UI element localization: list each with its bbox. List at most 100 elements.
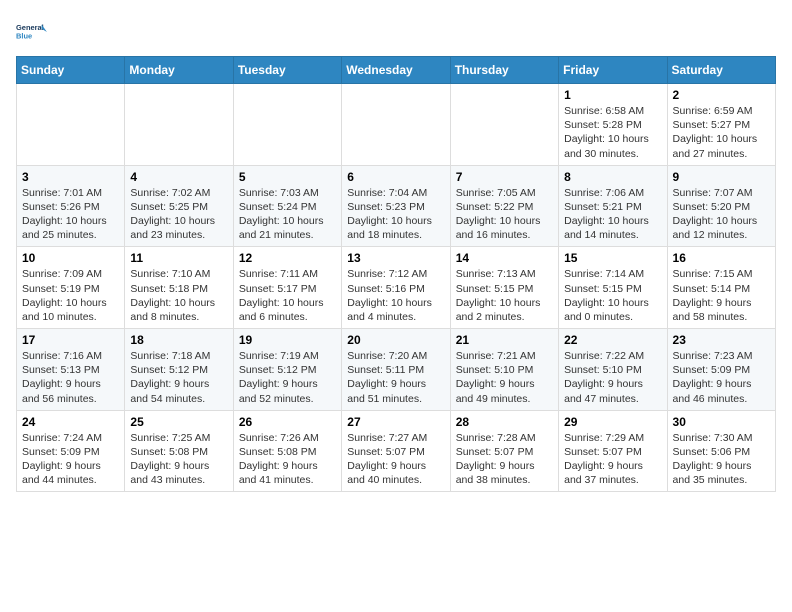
day-cell-25: 25 Sunrise: 7:25 AMSunset: 5:08 PMDayligh…: [125, 410, 233, 492]
day-cell-28: 28 Sunrise: 7:28 AMSunset: 5:07 PMDayligh…: [450, 410, 558, 492]
day-cell-30: 30 Sunrise: 7:30 AMSunset: 5:06 PMDayligh…: [667, 410, 775, 492]
day-info: Sunrise: 7:26 AMSunset: 5:08 PMDaylight:…: [239, 431, 336, 488]
weekday-saturday: Saturday: [667, 57, 775, 84]
day-info: Sunrise: 6:59 AMSunset: 5:27 PMDaylight:…: [673, 104, 770, 161]
day-cell-10: 10Sunrise: 7:09 AMSunset: 5:19 PMDayligh…: [17, 247, 125, 329]
day-cell-8: 8Sunrise: 7:06 AMSunset: 5:21 PMDaylight…: [559, 165, 667, 247]
day-number: 18: [130, 333, 227, 347]
empty-cell: [450, 84, 558, 166]
day-cell-9: 9 Sunrise: 7:07 AMSunset: 5:20 PMDaylight…: [667, 165, 775, 247]
day-number: 25: [130, 415, 227, 429]
day-cell-18: 18 Sunrise: 7:18 AMSunset: 5:12 PMDayligh…: [125, 329, 233, 411]
weekday-wednesday: Wednesday: [342, 57, 450, 84]
week-row-3: 10Sunrise: 7:09 AMSunset: 5:19 PMDayligh…: [17, 247, 776, 329]
weekday-header-row: SundayMondayTuesdayWednesdayThursdayFrid…: [17, 57, 776, 84]
day-cell-24: 24 Sunrise: 7:24 AMSunset: 5:09 PMDayligh…: [17, 410, 125, 492]
day-info: Sunrise: 7:03 AMSunset: 5:24 PMDaylight:…: [239, 186, 336, 243]
week-row-2: 3 Sunrise: 7:01 AMSunset: 5:26 PMDaylight…: [17, 165, 776, 247]
day-info: Sunrise: 7:30 AMSunset: 5:06 PMDaylight:…: [673, 431, 770, 488]
page-header: GeneralBlue: [16, 16, 776, 48]
day-info: Sunrise: 7:10 AMSunset: 5:18 PMDaylight:…: [130, 267, 227, 324]
week-row-4: 17Sunrise: 7:16 AMSunset: 5:13 PMDayligh…: [17, 329, 776, 411]
day-cell-23: 23 Sunrise: 7:23 AMSunset: 5:09 PMDayligh…: [667, 329, 775, 411]
day-info: Sunrise: 7:18 AMSunset: 5:12 PMDaylight:…: [130, 349, 227, 406]
day-number: 28: [456, 415, 553, 429]
day-info: Sunrise: 7:28 AMSunset: 5:07 PMDaylight:…: [456, 431, 553, 488]
day-info: Sunrise: 7:21 AMSunset: 5:10 PMDaylight:…: [456, 349, 553, 406]
day-cell-29: 29 Sunrise: 7:29 AMSunset: 5:07 PMDayligh…: [559, 410, 667, 492]
day-number: 4: [130, 170, 227, 184]
day-cell-20: 20Sunrise: 7:20 AMSunset: 5:11 PMDayligh…: [342, 329, 450, 411]
weekday-monday: Monday: [125, 57, 233, 84]
day-number: 24: [22, 415, 119, 429]
day-cell-26: 26 Sunrise: 7:26 AMSunset: 5:08 PMDayligh…: [233, 410, 341, 492]
day-info: Sunrise: 7:27 AMSunset: 5:07 PMDaylight:…: [347, 431, 444, 488]
day-info: Sunrise: 7:15 AMSunset: 5:14 PMDaylight:…: [673, 267, 770, 324]
day-number: 21: [456, 333, 553, 347]
day-number: 22: [564, 333, 661, 347]
weekday-thursday: Thursday: [450, 57, 558, 84]
day-cell-1: 1 Sunrise: 6:58 AMSunset: 5:28 PMDaylight…: [559, 84, 667, 166]
day-number: 30: [673, 415, 770, 429]
day-number: 29: [564, 415, 661, 429]
day-number: 26: [239, 415, 336, 429]
day-info: Sunrise: 7:25 AMSunset: 5:08 PMDaylight:…: [130, 431, 227, 488]
day-number: 20: [347, 333, 444, 347]
day-number: 1: [564, 88, 661, 102]
day-info: Sunrise: 7:07 AMSunset: 5:20 PMDaylight:…: [673, 186, 770, 243]
day-cell-27: 27Sunrise: 7:27 AMSunset: 5:07 PMDayligh…: [342, 410, 450, 492]
day-info: Sunrise: 7:13 AMSunset: 5:15 PMDaylight:…: [456, 267, 553, 324]
day-info: Sunrise: 7:14 AMSunset: 5:15 PMDaylight:…: [564, 267, 661, 324]
day-info: Sunrise: 7:24 AMSunset: 5:09 PMDaylight:…: [22, 431, 119, 488]
day-cell-17: 17Sunrise: 7:16 AMSunset: 5:13 PMDayligh…: [17, 329, 125, 411]
day-number: 14: [456, 251, 553, 265]
day-info: Sunrise: 7:12 AMSunset: 5:16 PMDaylight:…: [347, 267, 444, 324]
day-number: 3: [22, 170, 119, 184]
day-info: Sunrise: 7:22 AMSunset: 5:10 PMDaylight:…: [564, 349, 661, 406]
empty-cell: [233, 84, 341, 166]
day-info: Sunrise: 7:11 AMSunset: 5:17 PMDaylight:…: [239, 267, 336, 324]
day-number: 16: [673, 251, 770, 265]
day-info: Sunrise: 7:23 AMSunset: 5:09 PMDaylight:…: [673, 349, 770, 406]
day-number: 13: [347, 251, 444, 265]
day-cell-22: 22 Sunrise: 7:22 AMSunset: 5:10 PMDayligh…: [559, 329, 667, 411]
day-info: Sunrise: 7:29 AMSunset: 5:07 PMDaylight:…: [564, 431, 661, 488]
day-info: Sunrise: 7:02 AMSunset: 5:25 PMDaylight:…: [130, 186, 227, 243]
day-number: 23: [673, 333, 770, 347]
day-info: Sunrise: 7:09 AMSunset: 5:19 PMDaylight:…: [22, 267, 119, 324]
empty-cell: [125, 84, 233, 166]
day-number: 19: [239, 333, 336, 347]
day-number: 8: [564, 170, 661, 184]
day-number: 15: [564, 251, 661, 265]
day-info: Sunrise: 7:01 AMSunset: 5:26 PMDaylight:…: [22, 186, 119, 243]
svg-text:General: General: [16, 23, 44, 32]
day-number: 2: [673, 88, 770, 102]
weekday-tuesday: Tuesday: [233, 57, 341, 84]
day-cell-15: 15 Sunrise: 7:14 AMSunset: 5:15 PMDayligh…: [559, 247, 667, 329]
day-cell-6: 6Sunrise: 7:04 AMSunset: 5:23 PMDaylight…: [342, 165, 450, 247]
day-number: 11: [130, 251, 227, 265]
day-cell-13: 13 Sunrise: 7:12 AMSunset: 5:16 PMDayligh…: [342, 247, 450, 329]
day-info: Sunrise: 7:19 AMSunset: 5:12 PMDaylight:…: [239, 349, 336, 406]
day-number: 9: [673, 170, 770, 184]
day-cell-2: 2 Sunrise: 6:59 AMSunset: 5:27 PMDaylight…: [667, 84, 775, 166]
day-info: Sunrise: 7:16 AMSunset: 5:13 PMDaylight:…: [22, 349, 119, 406]
day-cell-21: 21 Sunrise: 7:21 AMSunset: 5:10 PMDayligh…: [450, 329, 558, 411]
weekday-friday: Friday: [559, 57, 667, 84]
day-cell-5: 5Sunrise: 7:03 AMSunset: 5:24 PMDaylight…: [233, 165, 341, 247]
day-info: Sunrise: 7:05 AMSunset: 5:22 PMDaylight:…: [456, 186, 553, 243]
day-cell-12: 12Sunrise: 7:11 AMSunset: 5:17 PMDayligh…: [233, 247, 341, 329]
day-cell-16: 16 Sunrise: 7:15 AMSunset: 5:14 PMDayligh…: [667, 247, 775, 329]
empty-cell: [17, 84, 125, 166]
day-cell-3: 3 Sunrise: 7:01 AMSunset: 5:26 PMDaylight…: [17, 165, 125, 247]
logo-icon: GeneralBlue: [16, 16, 48, 48]
logo: GeneralBlue: [16, 16, 48, 48]
day-number: 6: [347, 170, 444, 184]
svg-text:Blue: Blue: [16, 31, 32, 40]
weekday-sunday: Sunday: [17, 57, 125, 84]
day-number: 7: [456, 170, 553, 184]
day-info: Sunrise: 6:58 AMSunset: 5:28 PMDaylight:…: [564, 104, 661, 161]
day-cell-11: 11 Sunrise: 7:10 AMSunset: 5:18 PMDayligh…: [125, 247, 233, 329]
day-cell-19: 19 Sunrise: 7:19 AMSunset: 5:12 PMDayligh…: [233, 329, 341, 411]
week-row-1: 1 Sunrise: 6:58 AMSunset: 5:28 PMDaylight…: [17, 84, 776, 166]
